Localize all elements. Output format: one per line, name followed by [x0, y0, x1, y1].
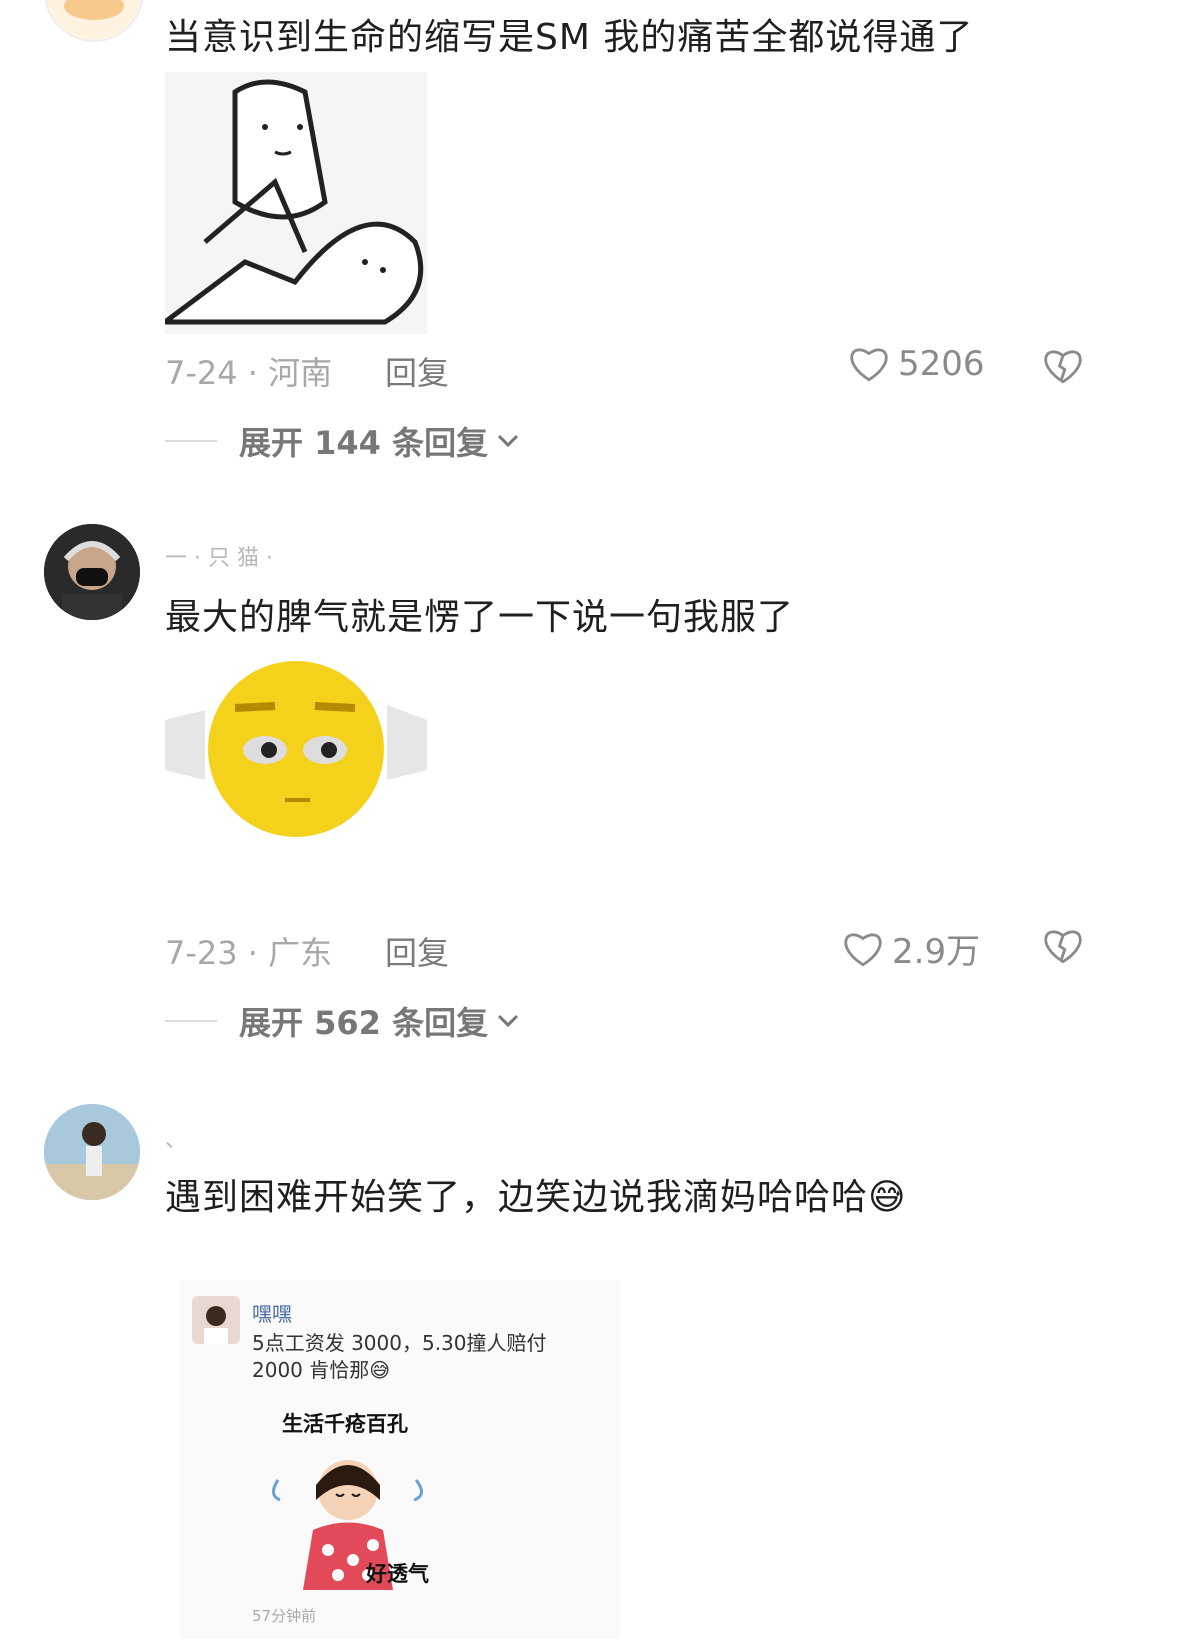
dislike-icon[interactable] [1042, 926, 1084, 966]
meme-sticker [165, 72, 427, 334]
like-button[interactable]: 2.9万 [842, 924, 980, 973]
avatar[interactable] [44, 1104, 140, 1200]
sticker-title: 生活千疮百孔 [282, 1412, 408, 1436]
inner-text: 5点工资发 3000，5.30撞人赔付 2000 肯恰那😅 [252, 1331, 547, 1382]
expand-label: 展开 562 条回复 [239, 1004, 489, 1042]
reply-button[interactable]: 回复 [385, 928, 449, 974]
comment-meta: 7-24 · 河南 [165, 354, 333, 392]
avatar-image [44, 1104, 140, 1200]
chevron-down-icon [498, 1014, 519, 1028]
chevron-down-icon [498, 434, 519, 448]
avatar-image [48, 0, 140, 38]
avatar[interactable] [44, 0, 144, 42]
expand-replies-button[interactable]: 展开 144 条回复 [165, 418, 520, 464]
like-button[interactable]: 5206 [848, 344, 985, 384]
username[interactable]: 一 · 只 猫 · [165, 540, 273, 572]
like-count: 2.9万 [892, 932, 981, 972]
expand-replies-button[interactable]: 展开 562 条回复 [165, 998, 520, 1044]
sticker-caption: 好透气 [366, 1562, 429, 1586]
comment-text: 当意识到生命的缩写是SM 我的痛苦全都说得通了 [165, 17, 974, 58]
reply-button[interactable]: 回复 [385, 348, 449, 394]
inner-time: 57分钟前 [252, 1607, 317, 1625]
expand-label: 展开 144 条回复 [239, 424, 489, 462]
comment-text: 最大的脾气就是愣了一下说一句我服了 [165, 597, 795, 638]
avatar-image [44, 524, 140, 620]
comment-text: 遇到困难开始笑了，边笑边说我滴妈哈哈哈😅 [165, 1177, 907, 1218]
heart-icon [844, 932, 882, 966]
inner-avatar [192, 1296, 240, 1344]
heart-icon [850, 348, 888, 382]
username[interactable]: 、 [165, 1122, 187, 1154]
emoji-sticker [165, 660, 427, 838]
screenshot-image: 嘿嘿 5点工资发 3000，5.30撞人赔付 2000 肯恰那😅 生活千疮百孔 … [180, 1280, 620, 1639]
like-count: 5206 [898, 344, 985, 384]
divider [165, 1020, 217, 1022]
inner-username: 嘿嘿 [252, 1302, 292, 1326]
avatar[interactable] [44, 524, 140, 620]
dislike-icon[interactable] [1042, 346, 1084, 386]
comment-meta: 7-23 · 广东 [165, 934, 333, 972]
divider [165, 440, 217, 442]
